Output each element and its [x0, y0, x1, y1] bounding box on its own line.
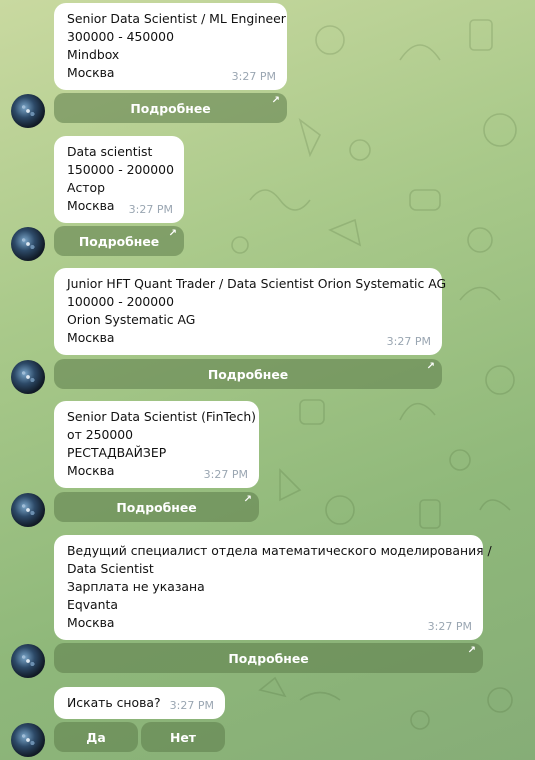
bot-avatar[interactable]: [11, 723, 45, 757]
vacancy-company: Orion Systematic AG: [67, 312, 196, 327]
vacancy-title: Data scientist: [67, 144, 153, 159]
no-button[interactable]: Нет: [141, 722, 225, 752]
message-bubble: Senior Data Scientist / ML Engineer 3000…: [54, 3, 287, 90]
details-button-label: Подробнее: [130, 100, 211, 116]
message-time: 3:27 PM: [128, 203, 173, 216]
vacancy-company: Eqvanta: [67, 597, 118, 612]
vacancy-salary: 150000 - 200000: [67, 162, 174, 177]
details-button-label: Подробнее: [78, 233, 160, 249]
no-button-label: Нет: [170, 729, 196, 745]
details-button[interactable]: Подробнее ↗: [54, 226, 184, 256]
vacancy-title: Senior Data Scientist (FinTech): [67, 409, 257, 424]
message-time: 3:27 PM: [203, 468, 248, 481]
bot-avatar[interactable]: [11, 360, 45, 394]
details-button[interactable]: Подробнее ↗: [54, 359, 442, 389]
message-time: 3:27 PM: [169, 699, 214, 712]
message-time: 3:27 PM: [386, 335, 431, 348]
yes-button-label: Да: [86, 729, 106, 745]
vacancy-title: Senior Data Scientist / ML Engineer: [67, 11, 286, 26]
details-button-label: Подробнее: [116, 499, 197, 515]
message-bubble: Senior Data Scientist (FinTech) от 25000…: [54, 401, 259, 488]
bot-avatar[interactable]: [11, 644, 45, 678]
vacancy-salary: 300000 - 450000: [67, 29, 174, 44]
arrow-up-right-icon: ↗: [467, 645, 476, 656]
vacancy-title-continued: Data Scientist: [67, 561, 154, 576]
bot-avatar[interactable]: [11, 493, 45, 527]
message-time: 3:27 PM: [231, 70, 276, 83]
bot-avatar[interactable]: [11, 94, 45, 128]
yes-button[interactable]: Да: [54, 722, 138, 752]
vacancy-city: Москва: [67, 330, 115, 345]
vacancy-city: Москва: [67, 615, 115, 630]
vacancy-salary: от 250000: [67, 427, 134, 442]
message-bubble: Data scientist 150000 - 200000 Астор Мос…: [54, 136, 184, 223]
bot-avatar[interactable]: [11, 227, 45, 261]
arrow-up-right-icon: ↗: [168, 228, 177, 239]
details-button[interactable]: Подробнее ↗: [54, 93, 287, 123]
vacancy-title: Ведущий специалист отдела математическог…: [67, 543, 492, 558]
vacancy-title: Junior HFT Quant Trader / Data Scientist…: [67, 276, 447, 291]
arrow-up-right-icon: ↗: [243, 494, 252, 505]
details-button-label: Подробнее: [228, 650, 309, 666]
vacancy-company: РЕСТАДВАЙЗЕР: [67, 445, 167, 460]
vacancy-salary: 100000 - 200000: [67, 294, 174, 309]
details-button[interactable]: Подробнее ↗: [54, 492, 259, 522]
arrow-up-right-icon: ↗: [426, 361, 435, 372]
details-button[interactable]: Подробнее ↗: [54, 643, 483, 673]
arrow-up-right-icon: ↗: [271, 95, 280, 106]
message-bubble: Ведущий специалист отдела математическог…: [54, 535, 492, 640]
vacancy-company: Mindbox: [67, 47, 120, 62]
message-time: 3:27 PM: [427, 620, 472, 633]
vacancy-salary: Зарплата не указана: [67, 579, 205, 594]
details-button-label: Подробнее: [207, 366, 289, 382]
message-bubble: Искать снова? 3:27 PM: [54, 687, 225, 719]
message-bubble: Junior HFT Quant Trader / Data Scientist…: [54, 268, 447, 355]
vacancy-company: Астор: [67, 180, 105, 195]
